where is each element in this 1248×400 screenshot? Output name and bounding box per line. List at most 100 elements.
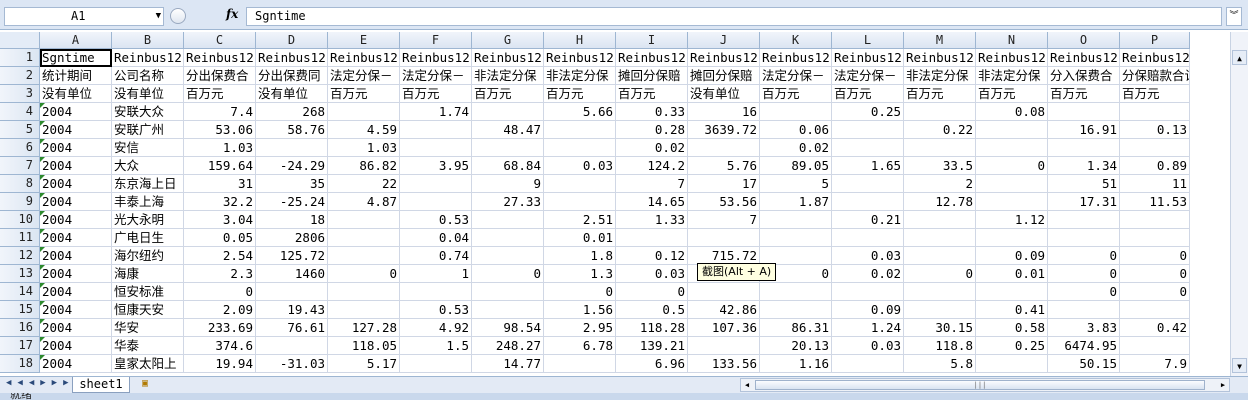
cell-j8[interactable]: 17: [688, 175, 760, 193]
cell-i16[interactable]: 118.28: [616, 319, 688, 337]
cell-c8[interactable]: 31: [184, 175, 256, 193]
formula-input[interactable]: Sgntime: [246, 7, 1222, 26]
cell-e15[interactable]: [328, 301, 400, 319]
cell-n2[interactable]: 非法定分保: [976, 67, 1048, 85]
cell-d5[interactable]: 58.76: [256, 121, 328, 139]
cell-f12[interactable]: 0.74: [400, 247, 472, 265]
cell-i5[interactable]: 0.28: [616, 121, 688, 139]
triangle-down-icon[interactable]: ▼: [156, 8, 161, 25]
cell-e10[interactable]: [328, 211, 400, 229]
cell-a13[interactable]: 2004: [40, 265, 112, 283]
cell-d2[interactable]: 分出保费同: [256, 67, 328, 85]
cell-l5[interactable]: [832, 121, 904, 139]
cell-m9[interactable]: 12.78: [904, 193, 976, 211]
cell-f13[interactable]: 1: [400, 265, 472, 283]
cell-n9[interactable]: [976, 193, 1048, 211]
cell-c3[interactable]: 百万元: [184, 85, 256, 103]
cell-h10[interactable]: 2.51: [544, 211, 616, 229]
cell-p6[interactable]: [1120, 139, 1190, 157]
row-header-9[interactable]: 9: [0, 193, 40, 211]
cell-g4[interactable]: [472, 103, 544, 121]
cell-n8[interactable]: [976, 175, 1048, 193]
cell-e2[interactable]: 法定分保－: [328, 67, 400, 85]
cell-f18[interactable]: [400, 355, 472, 373]
row-header-6[interactable]: 6: [0, 139, 40, 157]
column-header-p[interactable]: P: [1120, 32, 1190, 49]
cell-o10[interactable]: [1048, 211, 1120, 229]
cell-p9[interactable]: 11.53: [1120, 193, 1190, 211]
cell-f8[interactable]: [400, 175, 472, 193]
cell-b15[interactable]: 恒康天安: [112, 301, 184, 319]
cell-c2[interactable]: 分出保费合: [184, 67, 256, 85]
cell-l6[interactable]: [832, 139, 904, 157]
cell-p15[interactable]: [1120, 301, 1190, 319]
cell-n17[interactable]: 0.25: [976, 337, 1048, 355]
cell-m2[interactable]: 非法定分保: [904, 67, 976, 85]
cell-i9[interactable]: 14.65: [616, 193, 688, 211]
cell-a5[interactable]: 2004: [40, 121, 112, 139]
cell-a8[interactable]: 2004: [40, 175, 112, 193]
cell-i1[interactable]: Reinbus12: [616, 49, 688, 67]
cell-m4[interactable]: [904, 103, 976, 121]
fx-icon[interactable]: fx: [226, 7, 238, 21]
cell-l16[interactable]: 1.24: [832, 319, 904, 337]
cell-g9[interactable]: 27.33: [472, 193, 544, 211]
cell-c15[interactable]: 2.09: [184, 301, 256, 319]
cell-k4[interactable]: [760, 103, 832, 121]
cell-a10[interactable]: 2004: [40, 211, 112, 229]
cell-d17[interactable]: [256, 337, 328, 355]
cell-d13[interactable]: 1460: [256, 265, 328, 283]
cell-k17[interactable]: 20.13: [760, 337, 832, 355]
cell-h7[interactable]: 0.03: [544, 157, 616, 175]
cell-j1[interactable]: Reinbus12: [688, 49, 760, 67]
cell-n11[interactable]: [976, 229, 1048, 247]
cell-p1[interactable]: Reinbus1215: [1120, 49, 1190, 67]
cell-f5[interactable]: [400, 121, 472, 139]
cell-m15[interactable]: [904, 301, 976, 319]
cell-o14[interactable]: 0: [1048, 283, 1120, 301]
cell-n1[interactable]: Reinbus12: [976, 49, 1048, 67]
cell-h16[interactable]: 2.95: [544, 319, 616, 337]
cell-g2[interactable]: 非法定分保: [472, 67, 544, 85]
cell-h8[interactable]: [544, 175, 616, 193]
cell-h14[interactable]: 0: [544, 283, 616, 301]
cell-h17[interactable]: 6.78: [544, 337, 616, 355]
cell-a15[interactable]: 2004: [40, 301, 112, 319]
cell-h11[interactable]: 0.01: [544, 229, 616, 247]
cell-o12[interactable]: 0: [1048, 247, 1120, 265]
cell-a9[interactable]: 2004: [40, 193, 112, 211]
cell-e4[interactable]: [328, 103, 400, 121]
cell-m5[interactable]: 0.22: [904, 121, 976, 139]
cell-l8[interactable]: [832, 175, 904, 193]
cell-k2[interactable]: 法定分保－: [760, 67, 832, 85]
cell-h6[interactable]: [544, 139, 616, 157]
cell-o1[interactable]: Reinbus12: [1048, 49, 1120, 67]
cell-i3[interactable]: 百万元: [616, 85, 688, 103]
row-header-12[interactable]: 12: [0, 247, 40, 265]
cell-k6[interactable]: 0.02: [760, 139, 832, 157]
cell-m16[interactable]: 30.15: [904, 319, 976, 337]
cell-f14[interactable]: [400, 283, 472, 301]
row-header-13[interactable]: 13: [0, 265, 40, 283]
cell-p8[interactable]: 11: [1120, 175, 1190, 193]
cell-j17[interactable]: [688, 337, 760, 355]
cell-e13[interactable]: 0: [328, 265, 400, 283]
cell-e9[interactable]: 4.87: [328, 193, 400, 211]
cell-k16[interactable]: 86.31: [760, 319, 832, 337]
row-header-8[interactable]: 8: [0, 175, 40, 193]
cell-n6[interactable]: [976, 139, 1048, 157]
row-header-2[interactable]: 2: [0, 67, 40, 85]
cell-c6[interactable]: 1.03: [184, 139, 256, 157]
horizontal-scrollbar[interactable]: ◀ ||| ▶: [740, 378, 1230, 392]
cell-o13[interactable]: 0: [1048, 265, 1120, 283]
column-header-k[interactable]: K: [760, 32, 832, 49]
cell-n16[interactable]: 0.58: [976, 319, 1048, 337]
cell-f17[interactable]: 1.5: [400, 337, 472, 355]
cell-c4[interactable]: 7.4: [184, 103, 256, 121]
cell-o17[interactable]: 6474.95: [1048, 337, 1120, 355]
cell-a2[interactable]: 统计期间: [40, 67, 112, 85]
cell-i2[interactable]: 摊回分保赔: [616, 67, 688, 85]
cell-j9[interactable]: 53.56: [688, 193, 760, 211]
scroll-down-icon[interactable]: ▼: [1232, 358, 1247, 373]
cell-k10[interactable]: [760, 211, 832, 229]
